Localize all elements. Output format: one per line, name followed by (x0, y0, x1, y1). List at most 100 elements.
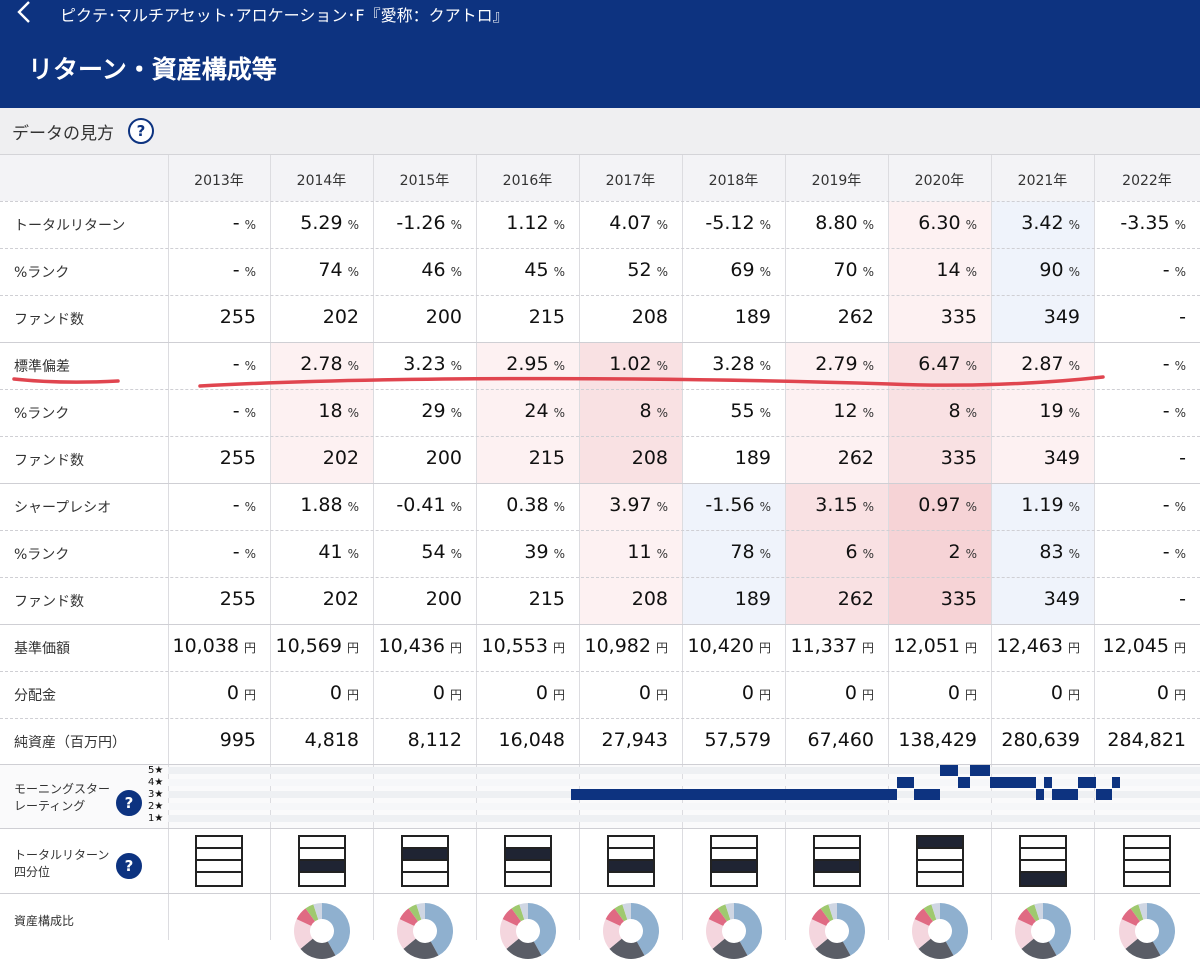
cell-unit: % (450, 500, 462, 514)
cell-unit: 円 (758, 688, 771, 702)
quartile-box (915, 835, 964, 887)
table-cell-value: 4,818 (270, 729, 359, 751)
row-divider (0, 248, 1200, 249)
cell-unit: % (553, 406, 565, 420)
asset-donut-chart (499, 903, 556, 959)
cell-unit: % (759, 265, 771, 279)
cell-number: 200 (425, 588, 462, 610)
table-cell-value: 284,821 (1094, 729, 1186, 751)
table-cell-value: -3.35% (1094, 212, 1186, 234)
cell-unit: % (965, 500, 977, 514)
cell-number: 284,821 (1107, 729, 1186, 751)
row-divider (0, 828, 1200, 829)
rating-bar-segment (940, 765, 958, 776)
cell-number: 6.47 (918, 353, 961, 375)
cell-number: 0 (638, 682, 651, 704)
cell-unit: % (1068, 500, 1080, 514)
back-chevron-icon[interactable] (10, 0, 40, 28)
cell-number: - (1162, 400, 1170, 422)
table-cell-value: 10,436 円 (373, 635, 463, 657)
table-cell-value: 12,051 円 (888, 635, 978, 657)
cell-unit: 円 (861, 641, 874, 655)
cell-number: 3.28 (712, 353, 755, 375)
asset-donut-chart (808, 903, 865, 959)
cell-unit: % (1174, 218, 1186, 232)
data-guide-label: データの見方 (12, 124, 114, 144)
table-cell-value: 67,460 (785, 729, 874, 751)
cell-number: 12,045 (1102, 635, 1169, 657)
quartile-box (195, 835, 243, 887)
cell-unit: % (862, 218, 874, 232)
asset-donut-chart (1119, 903, 1175, 959)
row-divider (0, 577, 1200, 578)
cell-number: 10,553 (481, 635, 548, 657)
cell-number: 335 (940, 306, 977, 328)
rating-bar-segment (1096, 789, 1112, 800)
cell-number: 4.07 (609, 212, 652, 234)
table-cell-value: 189 (682, 447, 771, 469)
cell-number: - (232, 353, 240, 375)
cell-number: 202 (322, 588, 359, 610)
cell-unit: % (1174, 406, 1186, 420)
cell-number: 2.78 (300, 353, 343, 375)
table-cell-value: 55% (682, 400, 771, 422)
row-divider (0, 893, 1200, 894)
data-guide-bar: データの見方 ? (0, 108, 1200, 155)
cell-unit: % (862, 500, 874, 514)
quartile-help-icon[interactable]: ? (116, 853, 142, 879)
cell-number: 2.87 (1021, 353, 1064, 375)
table-cell-value: 349 (991, 306, 1080, 328)
asset-donut-chart (396, 903, 453, 959)
table-cell-value: 189 (682, 588, 771, 610)
cell-unit: 円 (1173, 641, 1186, 655)
table-cell-value: -% (1094, 541, 1186, 563)
table-cell-value: 11,337 円 (785, 635, 875, 657)
cell-number: 29 (421, 400, 446, 422)
table-cell-value: 262 (785, 447, 874, 469)
cell-unit: % (1068, 406, 1080, 420)
cell-number: 2 (948, 541, 961, 563)
quartile-box (1018, 835, 1067, 887)
table-cell-value: 45% (476, 259, 565, 281)
cell-unit: % (1068, 547, 1080, 561)
table-cell-value: -% (168, 353, 256, 375)
row-divider (0, 201, 1200, 202)
cell-unit: % (965, 547, 977, 561)
cell-number: 8 (639, 400, 652, 422)
table-cell-value: 349 (991, 588, 1080, 610)
rating-help-icon[interactable]: ? (116, 790, 142, 816)
cell-unit: % (1174, 265, 1186, 279)
cell-number: 0.97 (918, 494, 961, 516)
cell-number: 74 (318, 259, 343, 281)
year-header: 2020年 (914, 173, 965, 189)
cell-number: 18 (318, 400, 343, 422)
cell-number: 0 (741, 682, 754, 704)
table-cell-value: 10,982 円 (579, 635, 669, 657)
help-icon[interactable]: ? (128, 118, 154, 144)
table-cell-value: 255 (168, 588, 256, 610)
table-cell-value: 215 (476, 588, 565, 610)
table-cell-value: 8.80% (785, 212, 874, 234)
table-cell-value: 29% (373, 400, 462, 422)
cell-unit: % (965, 359, 977, 373)
table-cell-value: 12% (785, 400, 874, 422)
quartile-box (709, 835, 758, 887)
cell-number: 10,982 (584, 635, 651, 657)
cell-number: 202 (322, 306, 359, 328)
year-header: 2022年 (1122, 173, 1172, 189)
cell-number: 208 (631, 306, 668, 328)
cell-number: 78 (730, 541, 755, 563)
cell-unit: % (1068, 359, 1080, 373)
cell-number: 52 (627, 259, 652, 281)
cell-unit: % (759, 500, 771, 514)
row-divider (0, 342, 1200, 343)
cell-unit: 円 (1173, 688, 1186, 702)
cell-unit: % (656, 500, 668, 514)
asset-donut-chart (1014, 903, 1071, 959)
table-cell-value: 0円 (785, 682, 874, 704)
cell-number: - (1179, 447, 1186, 469)
cell-number: 12,463 (996, 635, 1063, 657)
table-cell-value: 74% (270, 259, 359, 281)
cell-unit: % (1174, 359, 1186, 373)
cell-number: 16,048 (498, 729, 565, 751)
